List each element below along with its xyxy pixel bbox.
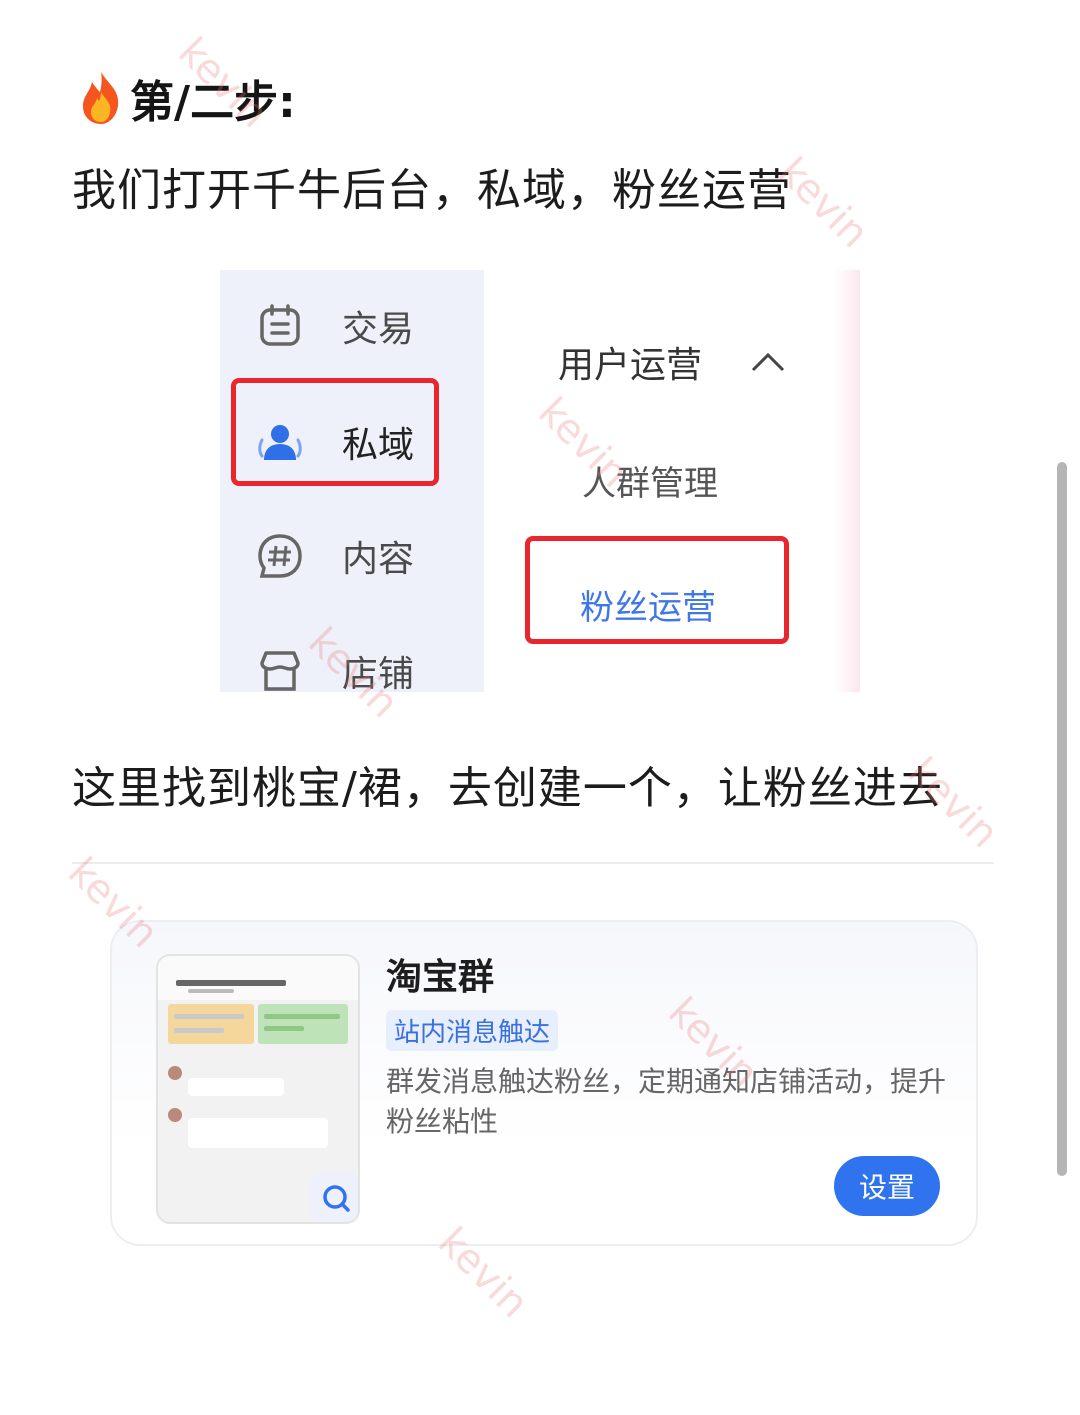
scrollbar[interactable] [1057, 462, 1067, 1176]
instruction-text: 这里找到桃宝/裙，去创建一个，让粉丝进去 [72, 763, 943, 814]
highlight-box [231, 378, 439, 486]
phone-preview-image [156, 954, 360, 1224]
settings-button[interactable]: 设置 [834, 1156, 940, 1216]
menu-section-label: 用户运营 [558, 345, 703, 386]
menu-screenshot: 交易 私域 内容 店铺 用户运营 人群管理 粉丝运营 [220, 270, 860, 692]
card-description: 群发消息触达粉丝，定期通知店铺活动，提升粉丝粘性 [386, 1065, 947, 1138]
notepad-icon [260, 304, 300, 346]
sidebar-item-content[interactable]: 内容 [256, 530, 414, 582]
card-tag: 站内消息触达 [386, 1010, 559, 1051]
taobao-group-card: 淘宝群 站内消息触达 群发消息触达粉丝，定期通知店铺活动，提升粉丝粘性 设置 [110, 920, 978, 1246]
search-icon [323, 1185, 350, 1212]
card-title: 淘宝群 [386, 957, 495, 998]
sidebar-item-label: 交易 [342, 309, 415, 350]
fire-icon [83, 72, 119, 124]
chevron-up-icon[interactable] [750, 350, 786, 374]
sidebar-item-label: 内容 [342, 539, 415, 580]
divider [72, 862, 994, 864]
shop-icon [260, 651, 300, 691]
highlight-box [525, 536, 789, 644]
intro-text: 我们打开千牛后台，私域，粉丝运营 [72, 165, 792, 216]
sidebar-item-trade[interactable]: 交易 [256, 300, 414, 352]
menu-section-user-ops[interactable]: 用户运营 [558, 336, 786, 388]
hashtag-icon [258, 534, 302, 578]
